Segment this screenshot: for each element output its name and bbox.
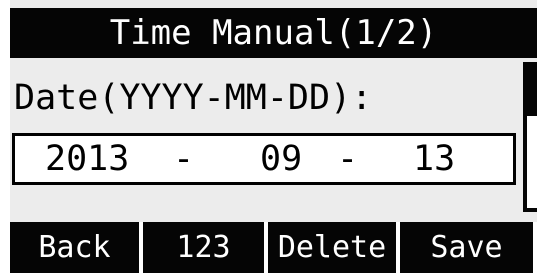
date-separator: - <box>173 139 195 179</box>
input-mode-button[interactable]: 123 <box>143 222 264 273</box>
screen-edge <box>0 0 10 273</box>
date-separator: - <box>337 139 359 179</box>
date-month-segment[interactable]: 09 <box>260 136 302 182</box>
phone-screen: Time Manual(1/2) Date(YYYY-MM-DD): 2013 … <box>0 0 537 273</box>
date-year-segment[interactable]: 2013 <box>45 136 129 182</box>
back-button[interactable]: Back <box>10 222 139 273</box>
date-field-label: Date(YYYY-MM-DD): <box>14 78 373 118</box>
date-day-segment[interactable]: 13 <box>413 136 455 182</box>
scrollbar-track[interactable] <box>527 116 537 208</box>
page-title: Time Manual(1/2) <box>10 8 537 58</box>
softkey-bar: Back 123 Delete Save <box>10 222 537 273</box>
save-button[interactable]: Save <box>400 222 533 273</box>
date-input[interactable]: 2013 - 09 - 13 <box>12 133 516 185</box>
delete-button[interactable]: Delete <box>268 222 396 273</box>
